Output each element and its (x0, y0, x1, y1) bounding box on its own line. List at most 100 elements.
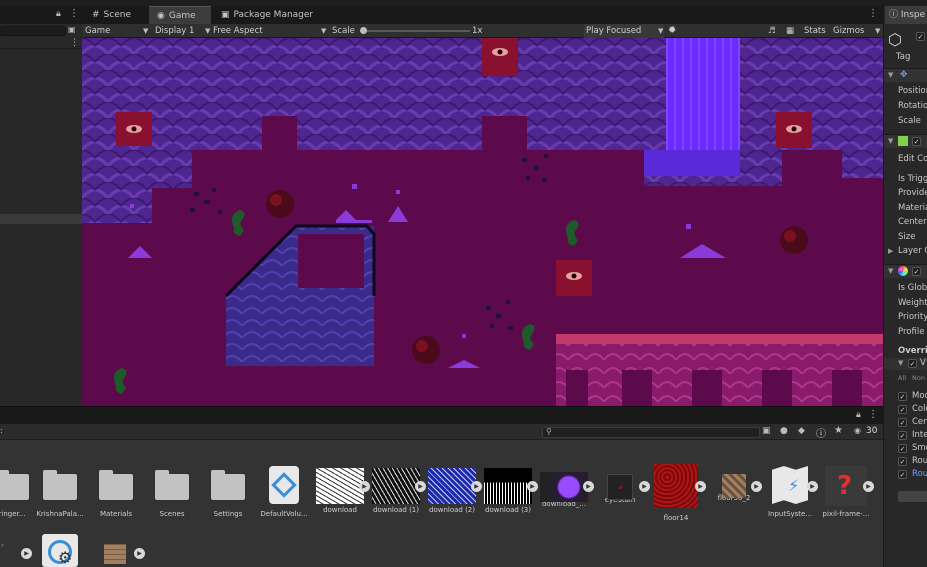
center-label: Center (898, 217, 927, 227)
search-by-type-icon[interactable]: ▣ (762, 426, 771, 436)
chevron-down-icon: ▼ (875, 27, 881, 35)
collapse-icon[interactable]: ▼ (898, 359, 903, 367)
is-trigger-label: Is Trigg (898, 174, 927, 184)
override-checkbox[interactable]: ✓ (898, 457, 907, 466)
more-menu-icon[interactable]: ⋮ (868, 8, 878, 19)
play-icon[interactable]: ▶ (695, 481, 706, 492)
collider-enabled-checkbox[interactable]: ✓ (912, 137, 921, 146)
override-checkbox[interactable]: ✓ (898, 392, 907, 401)
audio-icon[interactable]: ♬ (768, 24, 776, 38)
collider-header[interactable]: ▼ ✓ (884, 134, 927, 148)
settings-asset-thumbnail[interactable]: ⚙ (42, 534, 78, 567)
play-icon[interactable]: ▶ (807, 481, 818, 492)
transform-header[interactable]: ▼ ✥ (884, 68, 927, 82)
game-view[interactable] (82, 38, 883, 406)
filter-icon[interactable]: ● (780, 426, 788, 436)
project-search-input[interactable]: ⚲ (542, 427, 760, 438)
game-scene-render (82, 38, 883, 406)
weight-label: Weight (898, 298, 927, 308)
asset-folder[interactable]: Materials (88, 466, 144, 518)
asset-folder[interactable]: KrishnaPala... (32, 466, 88, 518)
aspect-dropdown[interactable]: Free Aspect ▼ (213, 24, 326, 38)
edit-collider-label: Edit Co (898, 154, 927, 164)
asset-texture[interactable]: ? pixil-frame-... (818, 466, 874, 518)
override-item: Smo (912, 443, 927, 453)
active-checkbox[interactable]: ✓ (916, 32, 925, 41)
play-icon[interactable]: ▶ (21, 548, 32, 559)
texture-thumbnail (654, 464, 698, 508)
none-toggle[interactable]: Non (912, 374, 925, 382)
asset-folder[interactable]: Scenes (144, 466, 200, 518)
texture-thumbnail[interactable] (104, 544, 126, 564)
asset-volume-profile[interactable]: DefaultVolu... (256, 466, 312, 518)
override-header[interactable]: ▼ ✓ V (884, 358, 927, 370)
tab-game[interactable]: ◉ Game (149, 6, 211, 24)
gamepad-icon: ◉ (157, 11, 165, 21)
volume-enabled-checkbox[interactable]: ✓ (912, 267, 921, 276)
asset-texture[interactable]: floor14 (648, 464, 704, 522)
lock-icon[interactable]: 🔒︎ (856, 410, 861, 420)
texture-thumbnail (607, 474, 633, 500)
override-checkbox[interactable]: ✓ (898, 418, 907, 427)
collapse-icon[interactable]: ▼ (888, 137, 893, 145)
info-icon[interactable]: ⓘ (816, 425, 826, 440)
chevron-down-icon: ▼ (321, 27, 327, 35)
folder-icon (92, 466, 140, 506)
add-icon[interactable]: : (0, 426, 3, 435)
volume-profile-icon (260, 466, 308, 506)
play-icon[interactable]: ▶ (415, 481, 426, 492)
display-dropdown[interactable]: Display 1 ▼ (155, 24, 211, 38)
add-override-button[interactable] (898, 491, 927, 502)
label-icon[interactable]: ◆ (798, 426, 805, 436)
package-icon: ▣ (221, 10, 230, 20)
search-options-icon[interactable]: ▣ (68, 25, 76, 34)
scale-slider-handle[interactable] (360, 27, 367, 34)
play-icon[interactable]: ▶ (639, 481, 650, 492)
tab-inspector[interactable]: ⓘ Inspe (885, 6, 927, 24)
override-checkbox[interactable]: ✓ (898, 470, 907, 479)
tab-scene[interactable]: # Scene (84, 6, 139, 24)
hierarchy-search-input[interactable] (0, 26, 66, 36)
override-enabled-checkbox[interactable]: ✓ (908, 359, 917, 368)
override-checkbox[interactable]: ✓ (898, 431, 907, 440)
hierarchy-selected-row[interactable] (0, 214, 82, 224)
play-icon[interactable]: ▶ (751, 481, 762, 492)
inspector-panel: Tag ⬡ ✓ ▼ ✥ Position Rotation Scale ▼ ✓ … (883, 6, 927, 567)
stats-button[interactable]: Stats (804, 24, 826, 38)
eye-icon[interactable]: ◉ (854, 426, 861, 435)
play-icon[interactable]: ▶ (583, 481, 594, 492)
override-item: Rou (912, 456, 927, 466)
play-icon[interactable]: ▶ (527, 481, 538, 492)
material-label: Materia (898, 203, 927, 213)
texture-thumbnail: ? (825, 466, 867, 506)
bug-icon[interactable]: ✹ (668, 24, 676, 38)
scale-slider[interactable] (360, 27, 470, 34)
more-menu-icon[interactable]: ⋮ (70, 38, 79, 48)
texture-thumbnail (372, 468, 420, 504)
override-checkbox[interactable]: ✓ (898, 405, 907, 414)
play-icon[interactable]: ▶ (471, 481, 482, 492)
star-icon[interactable]: ★ (834, 425, 843, 436)
scale-value: 1x (472, 26, 483, 36)
view-mode-dropdown[interactable]: Game ▼ (85, 24, 149, 38)
more-menu-icon[interactable]: ⋮ (868, 409, 878, 420)
keyboard-icon[interactable]: ▦ (786, 24, 794, 38)
collapse-icon[interactable]: ▼ (888, 267, 893, 275)
collapse-icon[interactable]: ▼ (888, 71, 893, 79)
folder-icon (36, 466, 84, 506)
all-toggle[interactable]: All (898, 374, 906, 382)
play-icon[interactable]: ▶ (134, 548, 145, 559)
override-checkbox[interactable]: ✓ (898, 444, 907, 453)
play-icon[interactable]: ▶ (359, 481, 370, 492)
texture-thumbnail (428, 468, 476, 504)
play-mode-dropdown[interactable]: Play Focused ▼ (584, 24, 664, 38)
more-menu-icon[interactable]: ⋮ (69, 8, 79, 19)
expand-icon[interactable]: ▶ (888, 247, 893, 255)
tab-package-manager[interactable]: ▣ Package Manager (213, 6, 321, 24)
volume-header[interactable]: ▼ ✓ (884, 264, 927, 278)
play-icon[interactable]: ▶ (863, 481, 874, 492)
asset-folder[interactable]: Settings (200, 466, 256, 518)
lock-icon[interactable]: 🔒︎ (56, 9, 61, 19)
asset-input-actions[interactable]: ⚡ InputSyste... (762, 466, 818, 518)
gizmos-dropdown[interactable]: Gizmos ▼ (833, 24, 881, 38)
